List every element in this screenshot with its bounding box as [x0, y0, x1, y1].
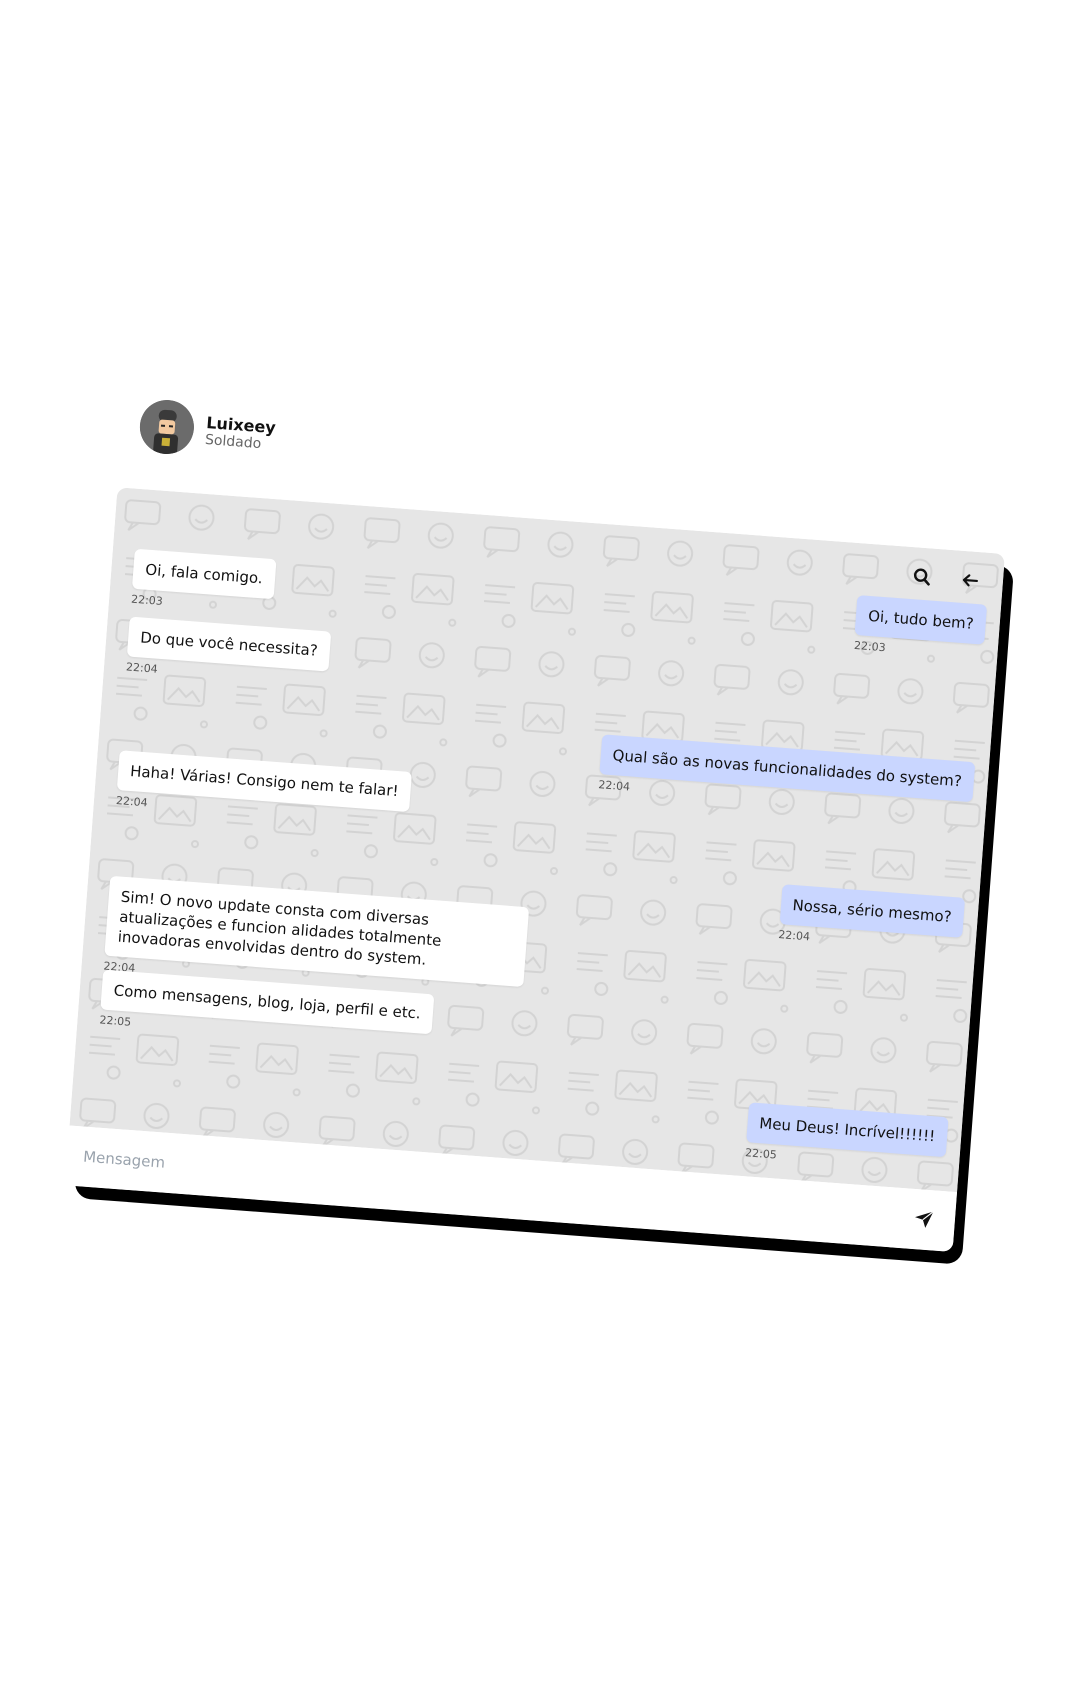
message-in[interactable]: Oi, fala comigo. 22:03 — [131, 548, 277, 616]
search-icon — [913, 568, 930, 586]
chat-window-frame: Oi, tudo bem? 22:03 Oi, fala comigo. 22:… — [65, 487, 1015, 1265]
message-bubble: Oi, tudo bem? — [854, 595, 988, 645]
send-button[interactable] — [912, 1207, 938, 1233]
contact-header[interactable]: Luixeey Soldado — [137, 398, 277, 462]
arrow-left-icon — [962, 574, 979, 587]
message-out[interactable]: Oi, tudo bem? 22:03 — [854, 595, 988, 662]
contact-info: Luixeey Soldado — [205, 412, 277, 452]
back-button[interactable] — [958, 569, 982, 593]
search-button[interactable] — [910, 565, 934, 589]
message-in[interactable]: Do que você necessita? 22:04 — [126, 616, 332, 689]
send-icon — [915, 1210, 934, 1228]
avatar[interactable] — [137, 398, 196, 456]
chat-window: Oi, tudo bem? 22:03 Oi, fala comigo. 22:… — [65, 487, 1006, 1253]
message-list: Oi, tudo bem? 22:03 Oi, fala comigo. 22:… — [70, 487, 1005, 1192]
message-bubble: Oi, fala comigo. — [131, 548, 277, 600]
chat-area[interactable]: Oi, tudo bem? 22:03 Oi, fala comigo. 22:… — [69, 487, 1006, 1193]
avatar-image — [139, 400, 194, 455]
message-in[interactable]: Haha! Várias! Consigo nem te falar! 22:0… — [116, 750, 412, 829]
message-out[interactable]: Qual são as novas funcionalidades do sys… — [598, 734, 976, 819]
message-out[interactable]: Meu Deus! Incrível!!!!!! 22:05 — [745, 1102, 949, 1174]
message-out[interactable]: Nossa, sério mesmo? 22:04 — [778, 884, 966, 955]
page: Luixeey Soldado Oi, tudo bem? 22:03 Oi, … — [0, 0, 1080, 1700]
